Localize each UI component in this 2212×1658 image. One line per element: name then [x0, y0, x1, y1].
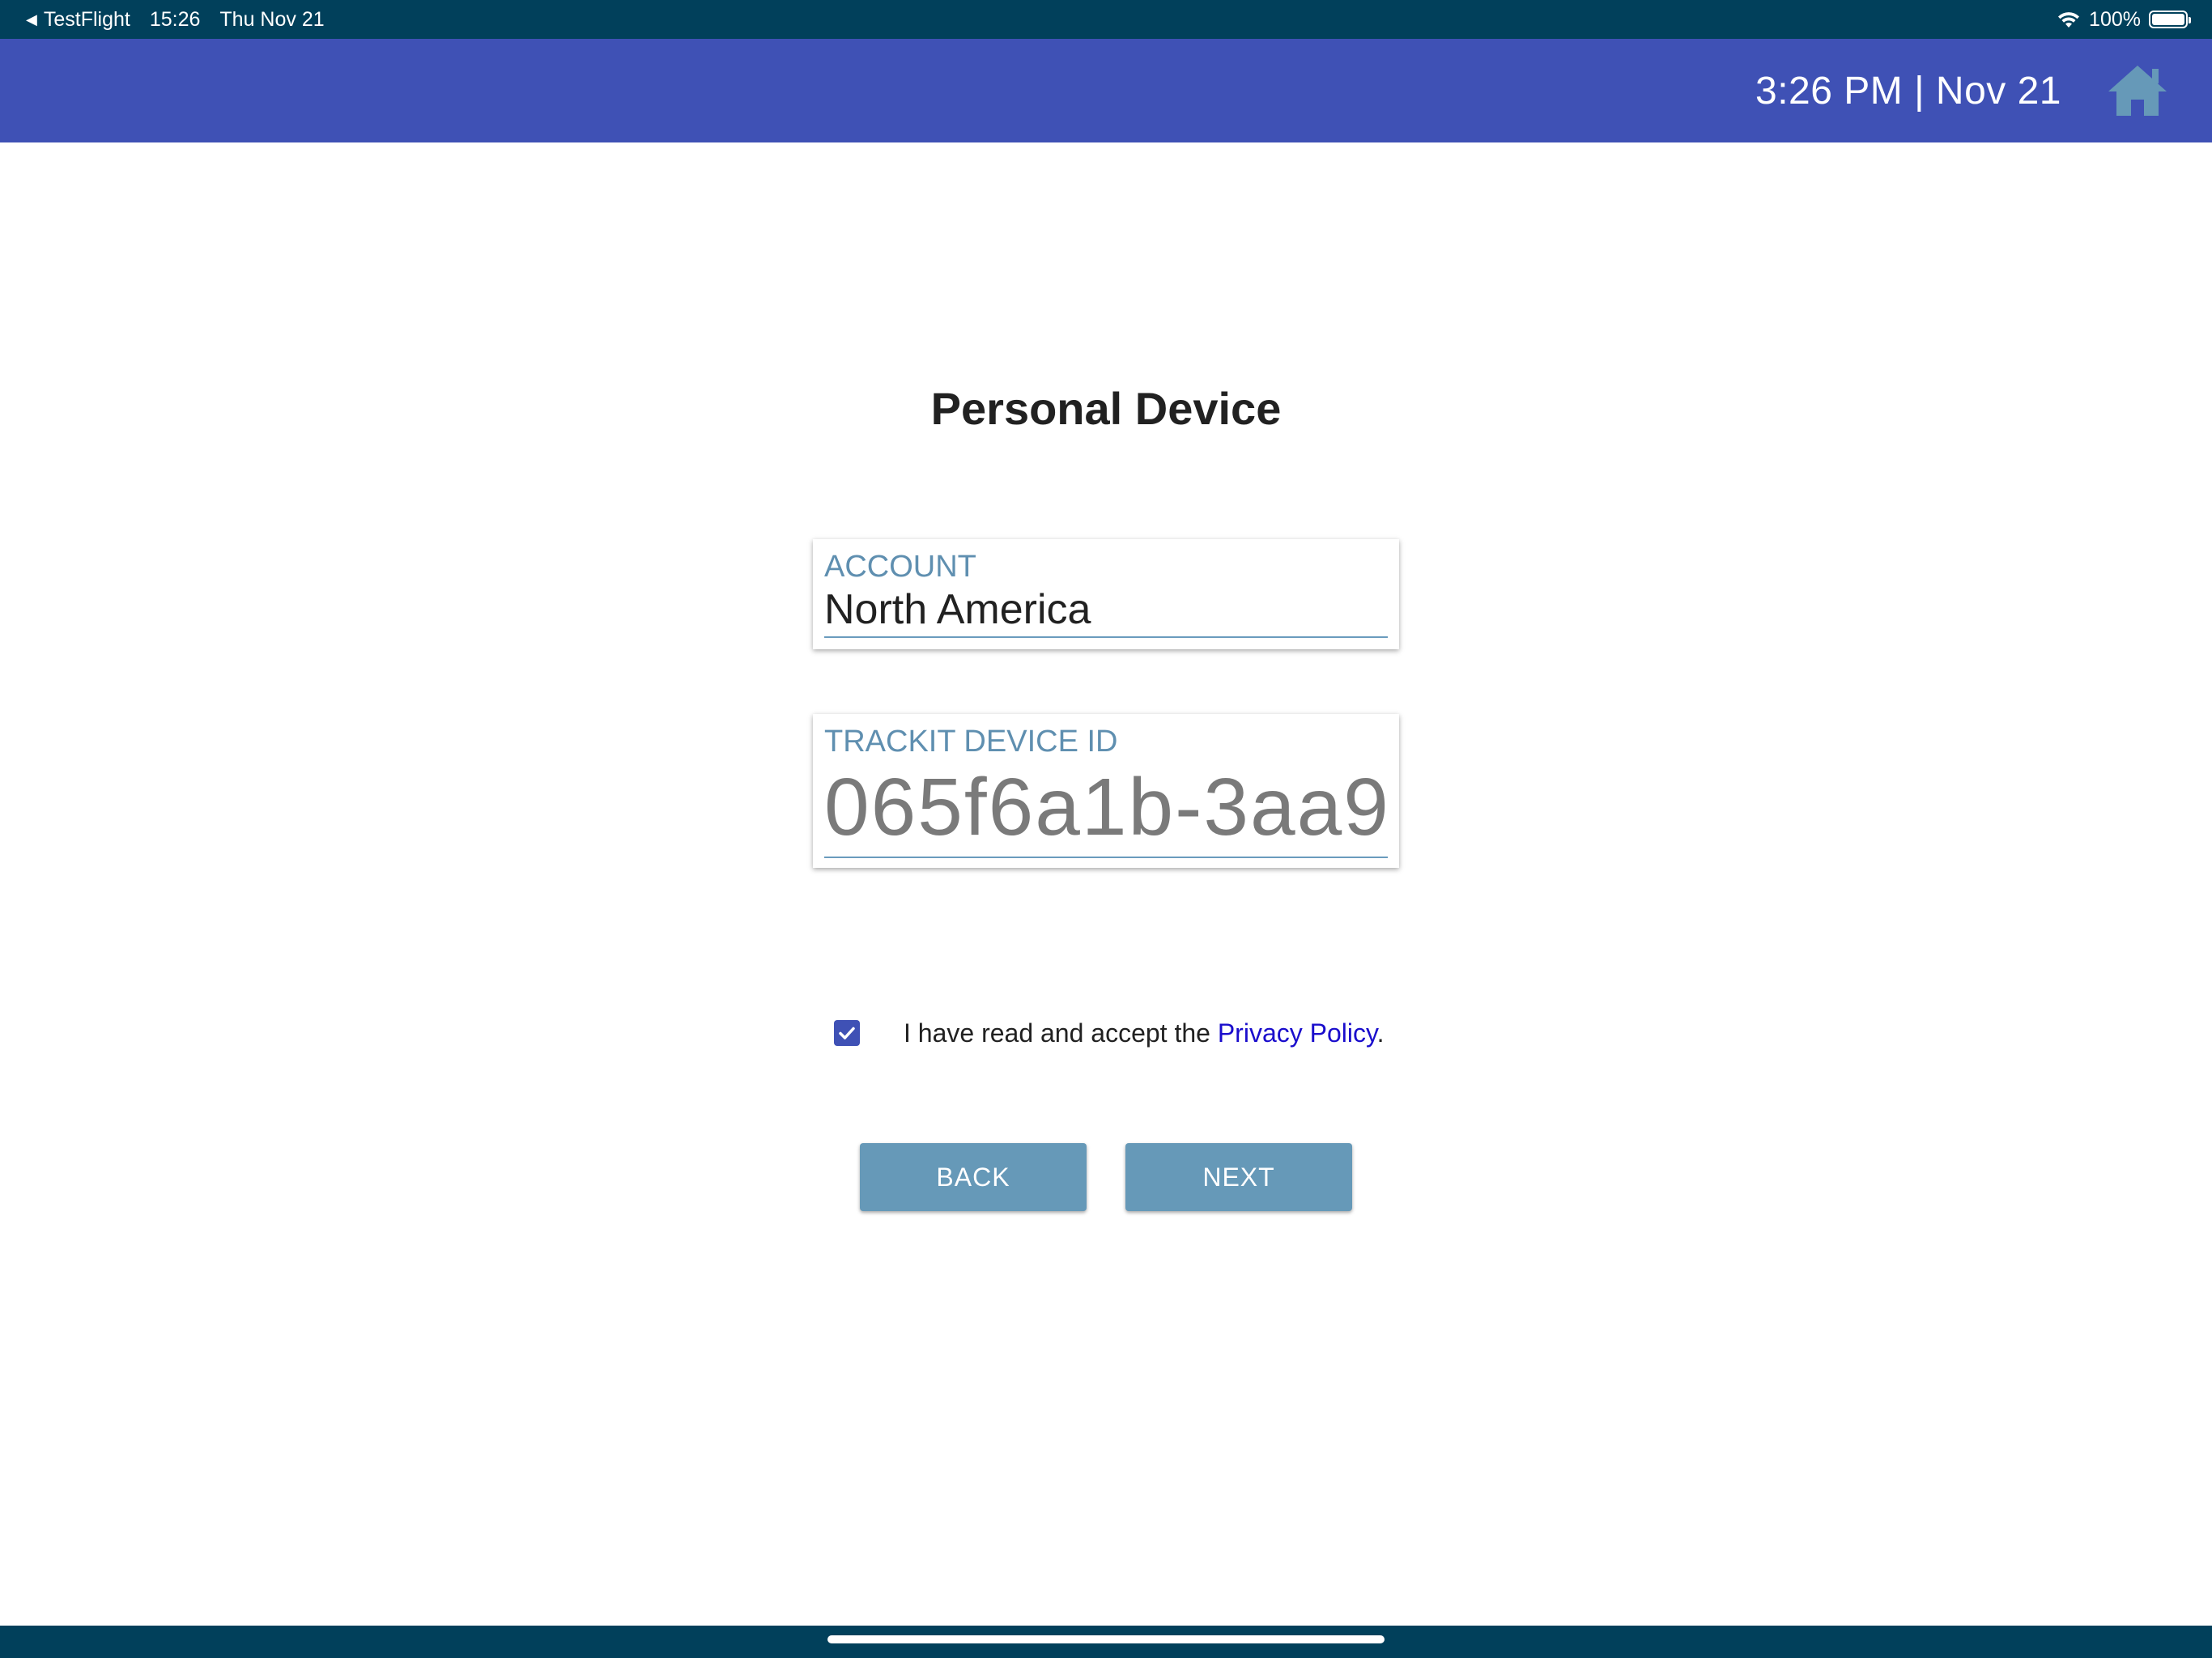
- back-button[interactable]: BACK: [860, 1143, 1087, 1211]
- consent-suffix: .: [1376, 1018, 1385, 1048]
- battery-fill: [2152, 14, 2184, 25]
- app-header: 3:26 PM | Nov 21: [0, 39, 2212, 142]
- checkmark-icon: [839, 1027, 855, 1039]
- privacy-consent-row: I have read and accept the Privacy Polic…: [834, 1017, 1385, 1049]
- header-datetime: 3:26 PM | Nov 21: [1755, 69, 2061, 113]
- battery-icon: [2149, 11, 2191, 28]
- home-button[interactable]: [2107, 64, 2168, 117]
- device-id-field[interactable]: TRACKIT DEVICE ID 065f6a1b-3aa9-: [813, 714, 1399, 868]
- bottom-bar: [0, 1626, 2212, 1658]
- status-date: Thu Nov 21: [219, 7, 325, 31]
- next-button[interactable]: NEXT: [1125, 1143, 1352, 1211]
- back-to-app-link[interactable]: TestFlight: [44, 8, 130, 32]
- device-id-value[interactable]: 065f6a1b-3aa9-: [824, 759, 1388, 858]
- status-bar-right: 100%: [2057, 7, 2191, 32]
- status-bar: ◀ TestFlight 15:26 Thu Nov 21 100%: [0, 0, 2212, 39]
- status-time: 15:26: [149, 7, 201, 31]
- app-screen: ◀ TestFlight 15:26 Thu Nov 21 100% 3:26 …: [0, 0, 2212, 1658]
- account-label: ACCOUNT: [824, 550, 976, 584]
- account-value[interactable]: North America: [824, 585, 1388, 638]
- battery-percent: 100%: [2089, 7, 2141, 31]
- page-title: Personal Device: [930, 383, 1282, 434]
- device-id-label: TRACKIT DEVICE ID: [824, 725, 1118, 759]
- account-field[interactable]: ACCOUNT North America: [813, 539, 1399, 649]
- home-icon: [2108, 66, 2167, 116]
- status-bar-left: ◀ TestFlight 15:26 Thu Nov 21: [26, 8, 325, 32]
- privacy-checkbox[interactable]: [834, 1020, 860, 1046]
- consent-prefix: I have read and accept the: [904, 1018, 1218, 1048]
- consent-text: I have read and accept the Privacy Polic…: [904, 1018, 1385, 1048]
- wifi-icon: [2058, 12, 2080, 28]
- home-indicator[interactable]: [827, 1635, 1385, 1643]
- privacy-policy-link[interactable]: Privacy Policy: [1218, 1018, 1377, 1048]
- back-arrow-icon[interactable]: ◀: [26, 11, 37, 28]
